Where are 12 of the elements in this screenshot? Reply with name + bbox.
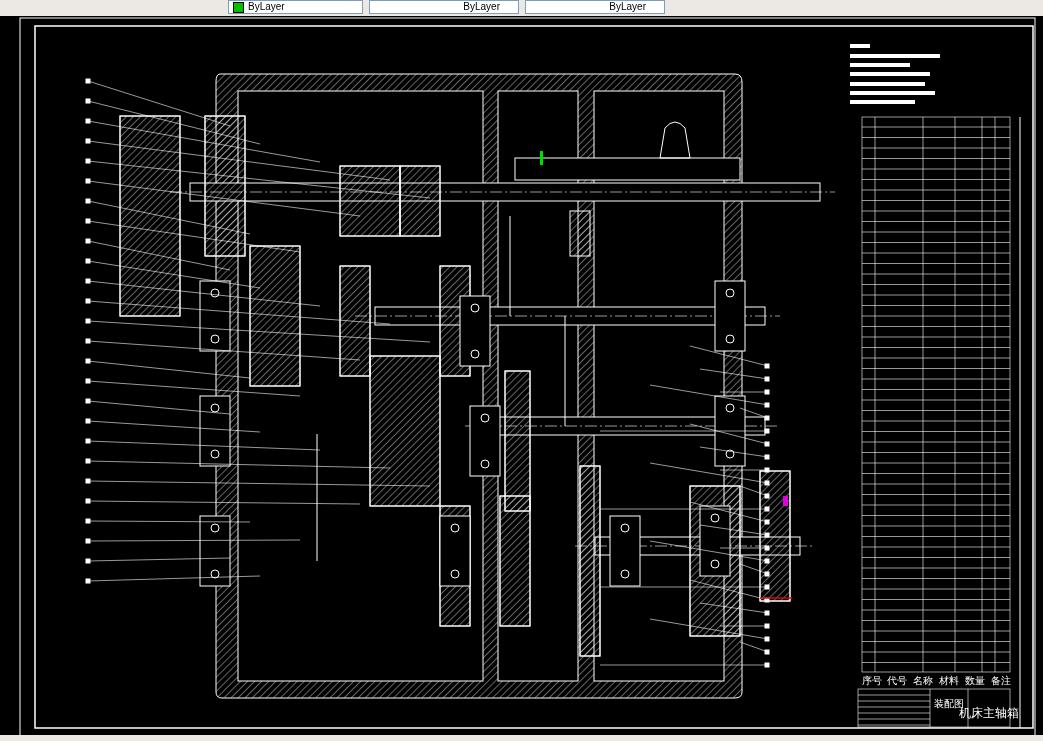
- drawing-type-label: 装配图: [934, 698, 964, 709]
- color-dropdown[interactable]: ByLayer: [228, 0, 363, 14]
- lineweight-dropdown[interactable]: ByLayer: [525, 0, 665, 14]
- column-header: 序号: [862, 675, 882, 686]
- column-header: 名称: [913, 675, 933, 686]
- column-header: 材料: [939, 675, 959, 686]
- drawing-title: 机床主轴箱: [959, 706, 1019, 720]
- linetype-dropdown[interactable]: ByLayer: [369, 0, 519, 14]
- color-swatch-icon: [233, 1, 244, 13]
- column-header: 代号: [887, 675, 907, 686]
- column-header: 备注: [991, 675, 1011, 686]
- column-header: 数量: [965, 675, 985, 686]
